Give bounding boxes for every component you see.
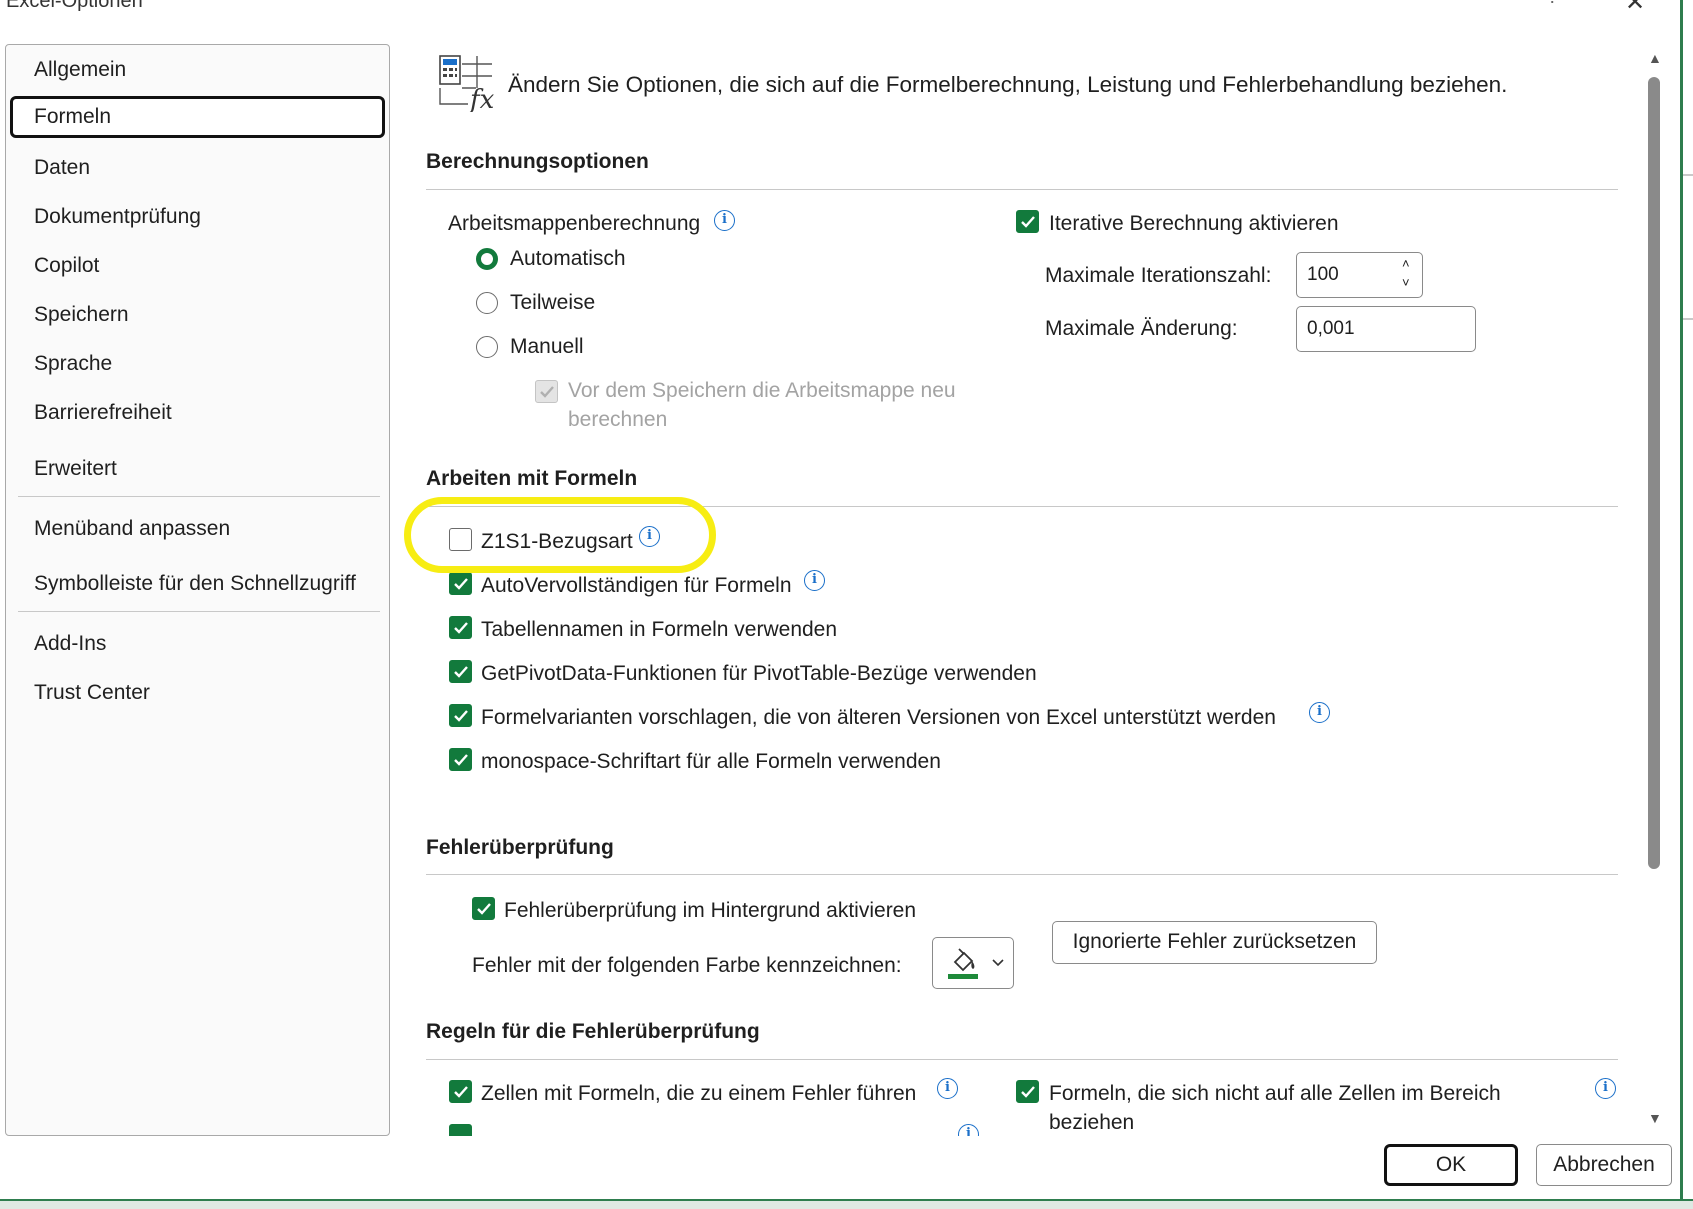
workbook-calc-label: Arbeitsmappenberechnung bbox=[448, 212, 701, 235]
autocomplete-checkbox[interactable] bbox=[449, 572, 472, 595]
scroll-down-icon[interactable]: ▼ bbox=[1648, 1110, 1662, 1126]
radio-manual[interactable] bbox=[476, 336, 498, 358]
reset-ignored-errors-button[interactable]: Ignorierte Fehler zurücksetzen bbox=[1052, 921, 1377, 964]
ok-button[interactable]: OK bbox=[1384, 1144, 1518, 1186]
section-divider bbox=[426, 189, 1618, 190]
monospace-label: monospace-Schriftart für alle Formeln ve… bbox=[481, 750, 941, 773]
cancel-button[interactable]: Abbrechen bbox=[1536, 1144, 1672, 1186]
help-icon[interactable]: ? bbox=[1547, 0, 1558, 9]
info-icon[interactable]: i bbox=[639, 526, 660, 547]
window-bottom-edge bbox=[0, 1199, 1693, 1209]
next-rule-checkbox[interactable] bbox=[449, 1124, 472, 1136]
info-icon[interactable]: i bbox=[1595, 1078, 1616, 1099]
sidebar-item-addins[interactable]: Add-Ins bbox=[10, 623, 385, 665]
section-divider bbox=[426, 1059, 1618, 1060]
section-title-formulas: Arbeiten mit Formeln bbox=[426, 467, 638, 490]
info-icon[interactable]: i bbox=[804, 570, 825, 591]
sidebar-item-schnellzugriff[interactable]: Symbolleiste für den Schnellzugriff bbox=[10, 563, 385, 605]
max-iterations-value: 100 bbox=[1307, 264, 1339, 285]
recalc-before-save-checkbox bbox=[535, 380, 558, 403]
info-icon[interactable]: i bbox=[958, 1124, 979, 1136]
radio-partial-label: Teilweise bbox=[510, 291, 596, 314]
cells-error-label: Zellen mit Formeln, die zu einem Fehler … bbox=[481, 1082, 917, 1105]
recalc-before-save-label-line2: berechnen bbox=[568, 408, 668, 431]
radio-automatic[interactable] bbox=[476, 248, 498, 270]
max-change-value: 0,001 bbox=[1307, 318, 1355, 339]
radio-manual-label: Manuell bbox=[510, 335, 584, 358]
max-iterations-label: Maximale Iterationszahl: bbox=[1045, 264, 1272, 287]
close-icon[interactable]: ✕ bbox=[1625, 0, 1645, 17]
formula-calculator-icon: fx bbox=[439, 55, 495, 112]
sidebar-item-sprache[interactable]: Sprache bbox=[10, 343, 385, 385]
scroll-up-icon[interactable]: ▲ bbox=[1648, 50, 1662, 66]
r1c1-checkbox[interactable] bbox=[449, 528, 472, 551]
info-icon[interactable]: i bbox=[714, 210, 735, 231]
max-iterations-input[interactable]: 100 ˄ ˅ bbox=[1296, 252, 1423, 298]
scrollbar-thumb[interactable] bbox=[1648, 77, 1660, 869]
radio-partial[interactable] bbox=[476, 292, 498, 314]
chevron-down-icon bbox=[992, 959, 1004, 967]
monospace-checkbox[interactable] bbox=[449, 748, 472, 771]
sidebar-item-barrierefreiheit[interactable]: Barrierefreiheit bbox=[10, 392, 385, 434]
max-change-input[interactable]: 0,001 bbox=[1296, 306, 1476, 352]
options-content: fx Ändern Sie Optionen, die sich auf die… bbox=[392, 44, 1642, 1136]
spin-down-icon[interactable]: ˅ bbox=[1402, 276, 1416, 289]
sidebar-item-daten[interactable]: Daten bbox=[10, 147, 385, 189]
sidebar-divider bbox=[18, 611, 380, 612]
getpivotdata-checkbox[interactable] bbox=[449, 660, 472, 683]
section-divider bbox=[426, 874, 1618, 875]
page-description: Ändern Sie Optionen, die sich auf die Fo… bbox=[508, 72, 1508, 97]
recalc-before-save-label: Vor dem Speichern die Arbeitsmappe neu bbox=[568, 379, 956, 402]
section-divider bbox=[426, 506, 1618, 507]
formula-variants-checkbox[interactable] bbox=[449, 704, 472, 727]
sidebar-item-allgemein[interactable]: Allgemein bbox=[10, 49, 385, 91]
sidebar-item-speichern[interactable]: Speichern bbox=[10, 294, 385, 336]
edge-tick bbox=[1683, 318, 1693, 320]
window-edge bbox=[1680, 0, 1683, 1209]
not-all-cells-label: Formeln, die sich nicht auf alle Zellen … bbox=[1049, 1082, 1501, 1105]
radio-automatic-label: Automatisch bbox=[510, 247, 626, 270]
not-all-cells-label-line2: beziehen bbox=[1049, 1111, 1135, 1134]
sidebar-divider bbox=[18, 496, 380, 497]
info-icon[interactable]: i bbox=[937, 1078, 958, 1099]
table-names-label: Tabellennamen in Formeln verwenden bbox=[481, 618, 838, 641]
r1c1-label: Z1S1-Bezugsart bbox=[481, 530, 633, 553]
sidebar-item-trustcenter[interactable]: Trust Center bbox=[10, 672, 385, 714]
getpivotdata-label: GetPivotData-Funktionen für PivotTable-B… bbox=[481, 662, 1037, 685]
max-change-label: Maximale Änderung: bbox=[1045, 317, 1238, 340]
background-error-checkbox[interactable] bbox=[472, 897, 495, 920]
error-color-label: Fehler mit der folgenden Farbe kennzeich… bbox=[472, 954, 902, 977]
table-names-checkbox[interactable] bbox=[449, 616, 472, 639]
edge-tick bbox=[1683, 174, 1693, 176]
sidebar-item-formeln[interactable]: Formeln bbox=[10, 96, 385, 138]
section-title-calculation: Berechnungsoptionen bbox=[426, 150, 649, 173]
iterative-calc-checkbox[interactable] bbox=[1016, 210, 1039, 233]
spin-up-icon[interactable]: ˄ bbox=[1402, 257, 1416, 270]
sidebar-item-menueband[interactable]: Menüband anpassen bbox=[10, 508, 385, 550]
section-title-error-checking: Fehlerüberprüfung bbox=[426, 836, 614, 859]
sidebar-item-erweitert[interactable]: Erweitert bbox=[10, 448, 385, 490]
options-sidebar: Allgemein Formeln Daten Dokumentprüfung … bbox=[5, 44, 390, 1136]
dialog-title: Excel-Optionen bbox=[6, 0, 143, 12]
cells-error-checkbox[interactable] bbox=[449, 1080, 472, 1103]
svg-text:fx: fx bbox=[468, 85, 495, 112]
error-color-picker[interactable] bbox=[932, 937, 1014, 989]
iterative-calc-label: Iterative Berechnung aktivieren bbox=[1049, 212, 1339, 235]
info-icon[interactable]: i bbox=[1309, 702, 1330, 723]
error-color-swatch bbox=[948, 974, 978, 979]
formula-variants-label: Formelvarianten vorschlagen, die von ält… bbox=[481, 706, 1276, 729]
sidebar-item-copilot[interactable]: Copilot bbox=[10, 245, 385, 287]
autocomplete-label: AutoVervollständigen für Formeln bbox=[481, 574, 792, 597]
background-error-label: Fehlerüberprüfung im Hintergrund aktivie… bbox=[504, 899, 917, 922]
section-title-rules: Regeln für die Fehlerüberprüfung bbox=[426, 1020, 760, 1043]
sidebar-item-dokumentpruefung[interactable]: Dokumentprüfung bbox=[10, 196, 385, 238]
not-all-cells-checkbox[interactable] bbox=[1016, 1080, 1039, 1103]
